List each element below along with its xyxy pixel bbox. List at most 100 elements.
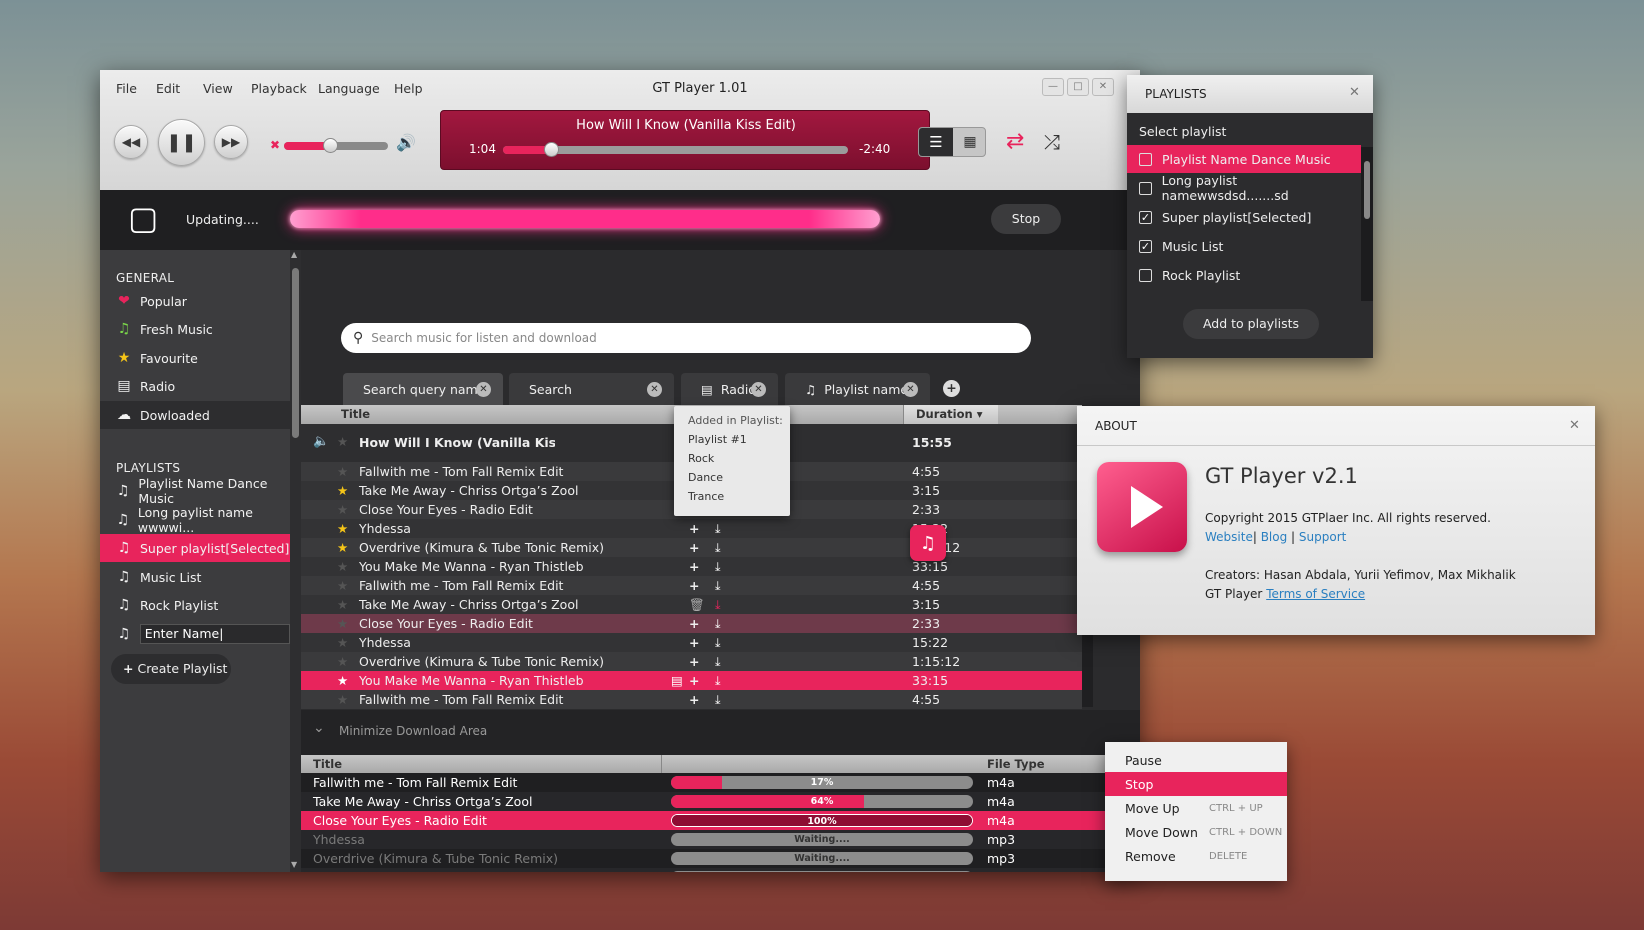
shuffle-icon[interactable]: ⤮ [1044,130,1060,154]
menu-item-pause[interactable]: Pause [1105,748,1287,772]
scroll-down-icon[interactable]: ▼ [291,860,297,869]
blog-link[interactable]: Blog [1261,530,1288,544]
close-tab-icon[interactable]: ✕ [647,382,662,397]
list-view-icon[interactable]: ☰ [919,128,953,156]
checked-checkbox-icon[interactable]: ✓ [1139,210,1152,224]
panel-playlist-item[interactable]: Long paylist namewwsdsd.......sd [1127,173,1361,203]
search-input[interactable]: Search music for listen and download [371,331,597,345]
table-row[interactable]: ★Yhdessa+⤓15:22 [301,519,1082,538]
star-icon[interactable]: ★ [337,616,348,631]
sidebar-playlist[interactable]: ♫ Playlist Name Dance Music [100,476,290,506]
terms-link[interactable]: Terms of Service [1266,587,1365,601]
menu-item-move-up[interactable]: Move Up CTRL + UP [1105,796,1287,820]
table-row[interactable]: ★ Take Me Away - Chriss Ortga’s Zool 🗑 ⤓ 3:1… [301,595,1082,614]
menu-help[interactable]: Help [394,81,423,96]
star-icon[interactable]: ★ [337,559,348,574]
menu-file[interactable]: File [116,81,137,96]
website-link[interactable]: Website [1205,530,1253,544]
star-icon[interactable]: ★ [337,502,348,517]
table-row[interactable]: ★ You Make Me Wanna - Ryan Thistleb ▤ + ⤓ 33:… [301,671,1082,690]
panel-playlist-item[interactable]: Playlist Name Dance Music [1127,145,1361,173]
add-icon[interactable]: + [689,540,699,555]
minimize-icon[interactable]: — [1042,78,1064,96]
sidebar-item-downloaded[interactable]: ☁ Dowloaded [100,401,290,429]
table-row[interactable]: ★ Close Your Eyes - Radio Edit + ⤓ 2:33 [301,614,1082,633]
col-title[interactable]: Title [341,407,370,421]
menu-playback[interactable]: Playback [251,81,307,96]
close-tab-icon[interactable]: ✕ [476,382,491,397]
menu-view[interactable]: View [203,81,233,96]
panel-scrollbar[interactable] [1361,147,1373,301]
volume-knob[interactable] [322,138,338,153]
download-icon[interactable]: ⤓ [715,578,721,594]
download-icon[interactable]: ⤓ [715,692,721,708]
download-icon[interactable]: ⤓ [715,654,721,670]
grid-view-icon[interactable]: ▦ [953,128,985,156]
star-icon[interactable]: ★ [337,483,348,498]
sidebar-item-popular[interactable]: ❤ Popular [100,287,290,315]
sidebar-playlist[interactable]: ♫ Music List [100,563,290,591]
download-row[interactable]: Yhdessa Waiting.... mp3 [301,830,1140,849]
add-icon[interactable]: + [689,673,699,688]
download-icon[interactable]: ⤓ [715,597,721,613]
close-icon[interactable]: ✕ [1569,418,1580,433]
star-icon[interactable]: ★ [337,654,348,669]
add-to-playlists-button[interactable]: Add to playlists [1183,309,1319,339]
table-row[interactable]: ★ Overdrive (Kimura & Tube Tonic Remix) + ⤓… [301,652,1082,671]
popup-item[interactable]: Playlist #1 [688,433,747,446]
add-icon[interactable]: + [689,692,699,707]
checkbox-icon[interactable] [1139,268,1152,282]
sidebar-scrollbar[interactable]: ▲ ▼ [290,250,301,872]
sidebar-item-fresh-music[interactable]: ♫ Fresh Music [100,315,290,343]
tab-search[interactable]: Search ✕ [509,373,674,405]
close-window-icon[interactable]: ✕ [1092,78,1114,96]
mute-icon[interactable]: ✖ [270,138,280,152]
repeat-icon[interactable]: ⇄ [1006,129,1024,154]
star-icon[interactable]: ★ [337,521,348,536]
playlist-name-input[interactable]: Enter Name| [139,624,290,644]
download-row[interactable]: Take Me Away - Chriss Ortga’s Zool 64% m4a [301,792,1140,811]
add-icon[interactable]: + [689,559,699,574]
trash-icon[interactable]: 🗑 [689,597,705,613]
table-row[interactable]: ★Yhdessa+⤓15:22 [301,633,1082,652]
sidebar-playlist[interactable]: ♫ Long paylist name wwwwi... [100,505,290,535]
download-row[interactable]: Overdrive (Kimura & Tube Tonic Remix) Wai… [301,849,1140,868]
tab-playlist[interactable]: ♫ Playlist name ✕ [785,373,930,405]
collapse-icon[interactable]: ⌄ [313,720,325,736]
add-icon[interactable]: + [689,654,699,669]
scroll-thumb[interactable] [292,268,299,438]
download-row[interactable]: Fallwith me - Tom Fall Remix Edit 17% m4a [301,773,1140,792]
sidebar-item-favourite[interactable]: ★ Favourite [100,344,290,372]
sidebar-playlist[interactable]: ♫ Rock Playlist [100,591,290,619]
star-icon[interactable]: ★ [337,673,348,688]
table-row[interactable]: ★ Fallwith me - Tom Fall Remix Edit + ⤓ 4:55 [301,690,1082,709]
add-icon[interactable]: + [689,578,699,593]
close-icon[interactable]: ✕ [1349,85,1360,100]
table-row[interactable]: ★ You Make Me Wanna - Ryan Thistleb + ⤓ 33:1… [301,557,1082,576]
maximize-icon[interactable]: □ [1067,78,1089,96]
menu-edit[interactable]: Edit [156,81,180,96]
popup-item[interactable]: Rock [688,452,714,465]
menu-item-stop[interactable]: Stop [1105,772,1287,796]
menu-item-remove[interactable]: Remove DELETE [1105,844,1287,868]
panel-playlist-item[interactable]: ✓ Super playlist[Selected] [1127,203,1361,231]
scroll-up-icon[interactable]: ▲ [291,250,297,259]
checked-checkbox-icon[interactable]: ✓ [1139,239,1152,253]
seek-bar[interactable] [503,142,848,157]
menu-item-move-down[interactable]: Move Down CTRL + DOWN [1105,820,1287,844]
panel-playlist-item[interactable]: ✓ Music List [1127,232,1361,260]
star-icon[interactable]: ★ [337,434,348,449]
scroll-thumb[interactable] [1364,161,1370,219]
add-tab-icon[interactable]: + [943,380,960,397]
star-icon[interactable]: ★ [337,464,348,479]
download-icon[interactable]: ⤓ [715,521,721,537]
add-icon[interactable]: + [689,635,699,650]
tab-radio[interactable]: ▤ Radio ✕ [681,373,778,405]
table-row[interactable]: ★ Fallwith me - Tom Fall Remix Edit + ⤓ 4:55 [301,576,1082,595]
add-icon[interactable]: + [689,521,699,536]
panel-playlist-item[interactable]: Rock Playlist [1127,261,1361,289]
col-duration[interactable]: Duration ▾ [903,405,998,424]
previous-button[interactable]: ◀◀ [114,125,148,159]
table-row[interactable]: ★ Overdrive (Kimura & Tube Tonic Remix) + ⤓… [301,538,1082,557]
star-icon[interactable]: ★ [337,635,348,650]
